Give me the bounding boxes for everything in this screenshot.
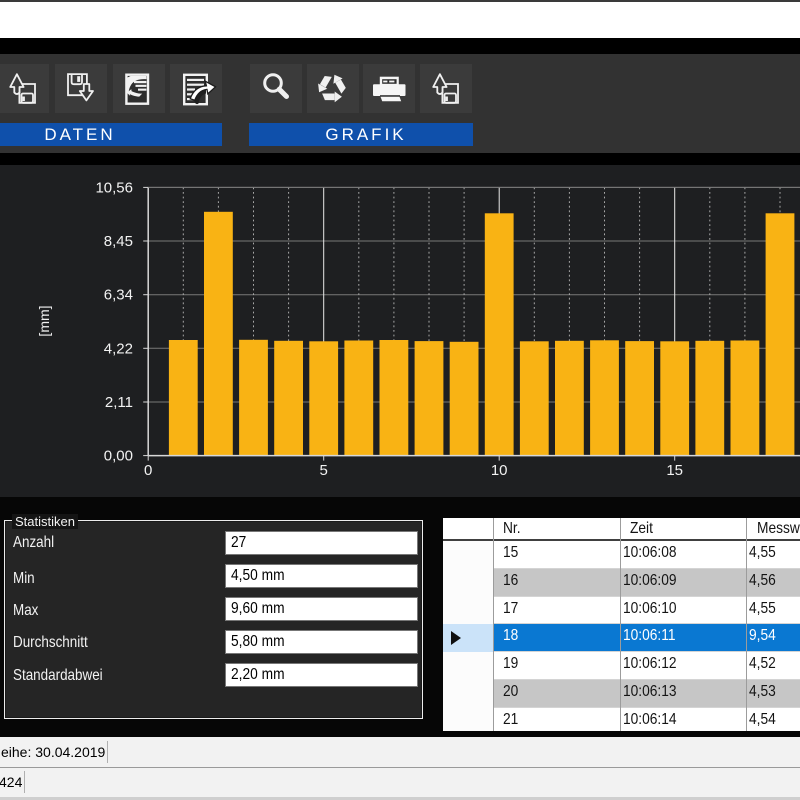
svg-text:[mm]: [mm]: [36, 305, 52, 336]
svg-text:10,56: 10,56: [95, 179, 133, 196]
svg-text:10: 10: [491, 462, 508, 479]
svg-text:8,45: 8,45: [104, 233, 133, 250]
svg-text:4,22: 4,22: [104, 340, 133, 357]
svg-text:15: 15: [666, 462, 683, 479]
svg-text:0: 0: [144, 462, 152, 479]
svg-text:6,34: 6,34: [104, 287, 133, 304]
svg-text:5: 5: [320, 462, 328, 479]
svg-text:2,11: 2,11: [105, 394, 133, 411]
svg-text:0,00: 0,00: [104, 448, 133, 465]
